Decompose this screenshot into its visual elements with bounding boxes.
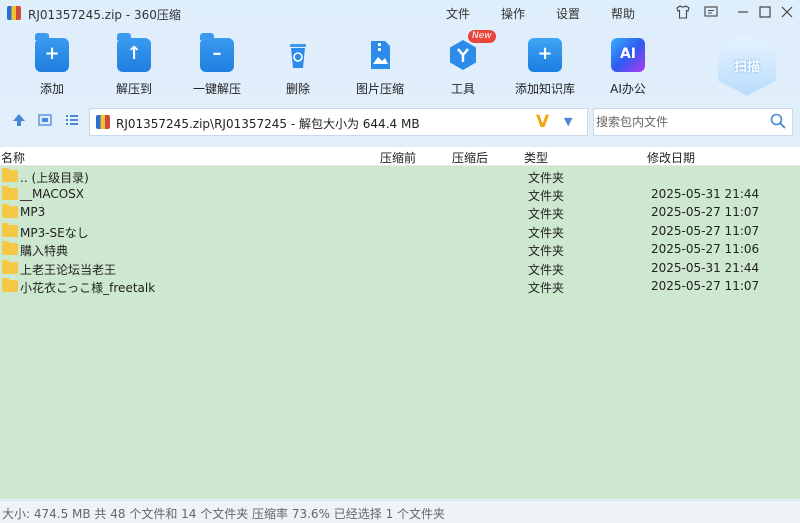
file-modified: 2025-05-31 21:44 [651,261,760,275]
thumbnail-view-icon[interactable] [37,113,53,129]
file-modified: 2025-05-27 11:07 [651,224,760,238]
tools-icon: New [446,30,496,72]
file-name: .. (上级目录) [20,171,89,185]
ai-office-label: AI办公 [610,82,646,96]
scan-shield-icon: 扫描 [718,34,776,96]
minimize-icon[interactable] [734,4,752,22]
table-row[interactable]: .. (上级目录) 文件夹 [0,167,800,185]
extract-to-label: 解压到 [115,82,152,96]
folder-icon [2,186,18,200]
file-modified: 2025-05-27 11:07 [651,205,760,219]
add-label: 添加 [39,82,64,96]
trash-icon [281,38,315,72]
file-modified: 2025-05-27 11:07 [651,279,760,293]
one-click-extract-label: 一键解压 [192,82,241,96]
menu-operate[interactable]: 操作 [501,5,525,22]
file-type: 文件夹 [528,171,565,185]
scan-label: 扫描 [733,59,760,75]
v-logo-icon[interactable]: V [536,112,549,132]
search-box[interactable] [593,108,793,136]
menu-file[interactable]: 文件 [446,5,470,22]
search-icon[interactable] [770,113,786,133]
column-size-after[interactable]: 压缩后 [452,149,488,166]
column-size-before[interactable]: 压缩前 [380,149,416,166]
app-zip-icon [7,6,21,20]
table-row[interactable]: 購入特典 文件夹 2025-05-27 11:06 [0,240,800,258]
add-knowledge-base-label: 添加知识库 [514,82,575,96]
folder-icon [2,168,18,182]
folder-icon [2,241,18,255]
file-type: 文件夹 [528,281,565,295]
close-icon[interactable] [778,4,796,22]
list-view-icon[interactable] [64,113,80,129]
column-name[interactable]: 名称 [1,149,25,166]
delete-label: 删除 [285,82,310,96]
file-type: 文件夹 [528,226,565,240]
column-type[interactable]: 类型 [524,149,548,166]
file-modified: 2025-05-27 11:06 [651,242,760,256]
file-modified: 2025-05-31 21:44 [651,187,760,201]
add-knowledge-base-button[interactable]: + 添加知识库 [505,38,585,97]
search-input[interactable] [596,113,766,131]
folder-icon [2,204,18,218]
column-modified[interactable]: 修改日期 [647,149,695,166]
file-name: MP3 [20,205,46,219]
file-name: __MACOSX [20,187,85,201]
ai-office-icon: AI [611,38,645,72]
menu-help[interactable]: 帮助 [611,5,635,22]
file-type: 文件夹 [528,207,565,221]
dropdown-arrow-icon[interactable]: ▼ [564,115,572,128]
ai-office-button[interactable]: AI AI办公 [588,38,668,97]
status-bar: 大小: 474.5 MB 共 48 个文件和 14 个文件夹 压缩率 73.6%… [0,500,800,523]
image-compress-icon [363,38,397,72]
maximize-icon[interactable] [756,4,774,22]
image-compress-label: 图片压缩 [355,82,404,96]
add-button[interactable]: + 添加 [12,33,92,97]
new-badge: New [468,30,496,43]
menu-settings[interactable]: 设置 [556,5,580,22]
one-click-extract-icon: – [200,33,234,72]
feedback-icon[interactable] [702,4,720,22]
folder-icon [2,278,18,292]
status-text: 大小: 474.5 MB 共 48 个文件和 14 个文件夹 压缩率 73.6%… [2,507,446,521]
file-name: 上老王论坛当老王 [20,263,117,277]
zip-file-icon [96,115,110,129]
tools-label: 工具 [450,82,475,96]
tools-button[interactable]: New 工具 [423,30,503,97]
file-name: MP3-SEなし [20,226,89,240]
table-row[interactable]: 上老王论坛当老王 文件夹 2025-05-31 21:44 [0,259,800,277]
table-row[interactable]: __MACOSX 文件夹 2025-05-31 21:44 [0,185,800,203]
up-arrow-icon[interactable] [11,113,27,129]
file-type: 文件夹 [528,189,565,203]
file-name: 購入特典 [20,244,69,258]
column-header: 名称 压缩前 压缩后 类型 修改日期 [0,147,800,166]
extract-to-icon: ↑ [117,33,151,72]
folder-icon [2,223,18,237]
title-bar: RJ01357245.zip - 360压缩 文件 操作 设置 帮助 [0,0,800,26]
image-compress-button[interactable]: 图片压缩 [340,38,420,97]
table-row[interactable]: 小花衣こっこ様_freetalk 文件夹 2025-05-27 11:07 [0,277,800,295]
window-title: RJ01357245.zip - 360压缩 [28,8,181,22]
address-path: RJ01357245.zip\RJ01357245 - 解包大小为 644.4 … [116,117,420,131]
file-type: 文件夹 [528,263,565,277]
file-list[interactable]: .. (上级目录) 文件夹 __MACOSX 文件夹 2025-05-31 21… [0,166,800,499]
one-click-extract-button[interactable]: – 一键解压 [177,33,257,97]
extract-to-button[interactable]: ↑ 解压到 [94,33,174,97]
file-name: 小花衣こっこ様_freetalk [20,281,156,295]
delete-button[interactable]: 删除 [258,38,338,97]
skin-shirt-icon[interactable] [674,4,692,22]
file-type: 文件夹 [528,244,565,258]
scan-button[interactable]: 扫描 [718,34,776,96]
address-bar[interactable]: RJ01357245.zip\RJ01357245 - 解包大小为 644.4 … [89,108,588,136]
table-row[interactable]: MP3-SEなし 文件夹 2025-05-27 11:07 [0,222,800,240]
add-icon: + [35,33,69,72]
folder-icon [2,260,18,274]
knowledge-base-icon: + [528,38,562,72]
table-row[interactable]: MP3 文件夹 2025-05-27 11:07 [0,203,800,221]
